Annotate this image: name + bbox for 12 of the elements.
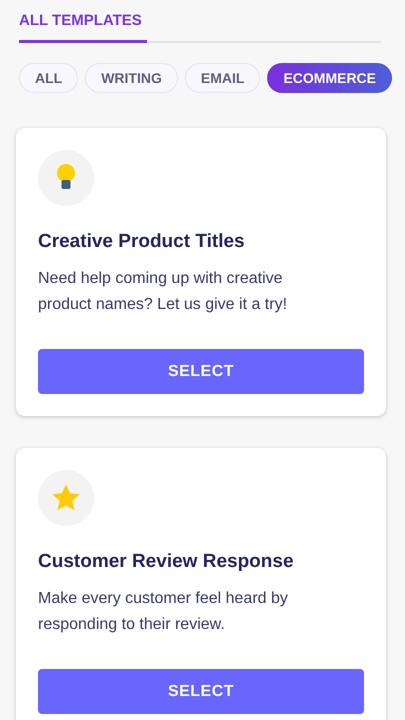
template-title: Creative Product Titles — [38, 231, 246, 253]
tab[interactable]: ALL TEMPLATES — [19, 12, 147, 43]
filter-chip[interactable]: WRITING — [85, 63, 178, 93]
template-description: Need help coming up with creative product names? Let us give it a try! — [38, 269, 288, 315]
filter-chip[interactable]: ECOMMERCE — [267, 63, 392, 93]
select-button[interactable]: SELECT — [38, 669, 364, 714]
filter-chip[interactable]: ALL — [19, 63, 78, 93]
template-description: Make every customer feel heard by responding to their review. — [38, 589, 289, 635]
filter-chip[interactable]: EMAIL — [184, 63, 260, 93]
select-button[interactable]: SELECT — [38, 349, 364, 394]
template-title: Customer Review Response — [38, 551, 295, 573]
star-icon — [50, 483, 82, 513]
